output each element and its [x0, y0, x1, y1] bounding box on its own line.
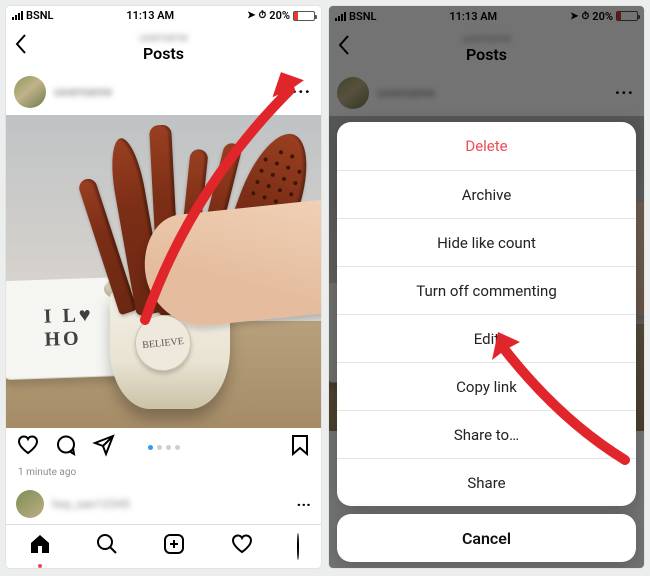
- battery-icon: [293, 11, 315, 21]
- post-header: username ···: [6, 70, 321, 116]
- comment-button[interactable]: [54, 433, 78, 463]
- battery-pct: 20%: [269, 9, 290, 22]
- tab-create[interactable]: [162, 532, 186, 562]
- phone-left: BSNL 11:13 AM ➤ ⏱ 20% username Posts use…: [6, 6, 321, 568]
- tab-search[interactable]: [95, 532, 119, 562]
- alarm-icon: ⏱: [258, 10, 266, 21]
- back-button[interactable]: [14, 33, 28, 61]
- header-subtitle: username: [139, 31, 188, 44]
- page-title: Posts: [139, 44, 188, 63]
- send-button[interactable]: [92, 433, 116, 463]
- action-sheet: DeleteArchiveHide like countTurn off com…: [337, 122, 636, 506]
- post-username[interactable]: username: [54, 85, 292, 100]
- sheet-item-share-to[interactable]: Share to…: [337, 410, 636, 458]
- location-icon: ➤: [247, 10, 255, 21]
- avatar[interactable]: [16, 490, 44, 518]
- post-action-bar: [6, 428, 321, 468]
- save-button[interactable]: [289, 438, 311, 463]
- hand-in-photo: [139, 200, 321, 331]
- like-button[interactable]: [16, 433, 40, 463]
- sheet-item-turn-off-commenting[interactable]: Turn off commenting: [337, 266, 636, 314]
- tab-profile[interactable]: [297, 534, 299, 559]
- clock-label: 11:13 AM: [126, 9, 174, 22]
- sheet-item-delete[interactable]: Delete: [337, 122, 636, 170]
- sheet-item-copy-link[interactable]: Copy link: [337, 362, 636, 410]
- sheet-item-share[interactable]: Share: [337, 458, 636, 506]
- nav-header: username Posts: [6, 26, 321, 70]
- signal-icon: [12, 11, 23, 20]
- tab-home[interactable]: [28, 532, 52, 562]
- phone-right: BSNL 11:13 AM ➤ ⏱ 20% username Posts use…: [329, 6, 644, 568]
- sheet-item-archive[interactable]: Archive: [337, 170, 636, 218]
- post-options-button[interactable]: ···: [292, 82, 311, 103]
- post-options-button[interactable]: ···: [297, 495, 311, 514]
- next-post-header: hey_san12345 ···: [6, 484, 321, 524]
- post-timestamp: 1 minute ago: [6, 467, 321, 484]
- sheet-item-hide-like-count[interactable]: Hide like count: [337, 218, 636, 266]
- cancel-button[interactable]: Cancel: [337, 514, 636, 562]
- tab-bar: [6, 524, 321, 568]
- status-bar: BSNL 11:13 AM ➤ ⏱ 20%: [6, 6, 321, 26]
- post-username[interactable]: hey_san12345: [52, 497, 289, 511]
- post-image[interactable]: I L♥ HO BELIEVE: [6, 115, 321, 428]
- sheet-item-edit[interactable]: Edit: [337, 314, 636, 362]
- carrier-label: BSNL: [26, 9, 53, 22]
- carousel-indicator: [148, 445, 180, 450]
- tab-activity[interactable]: [230, 532, 254, 562]
- avatar[interactable]: [14, 76, 46, 108]
